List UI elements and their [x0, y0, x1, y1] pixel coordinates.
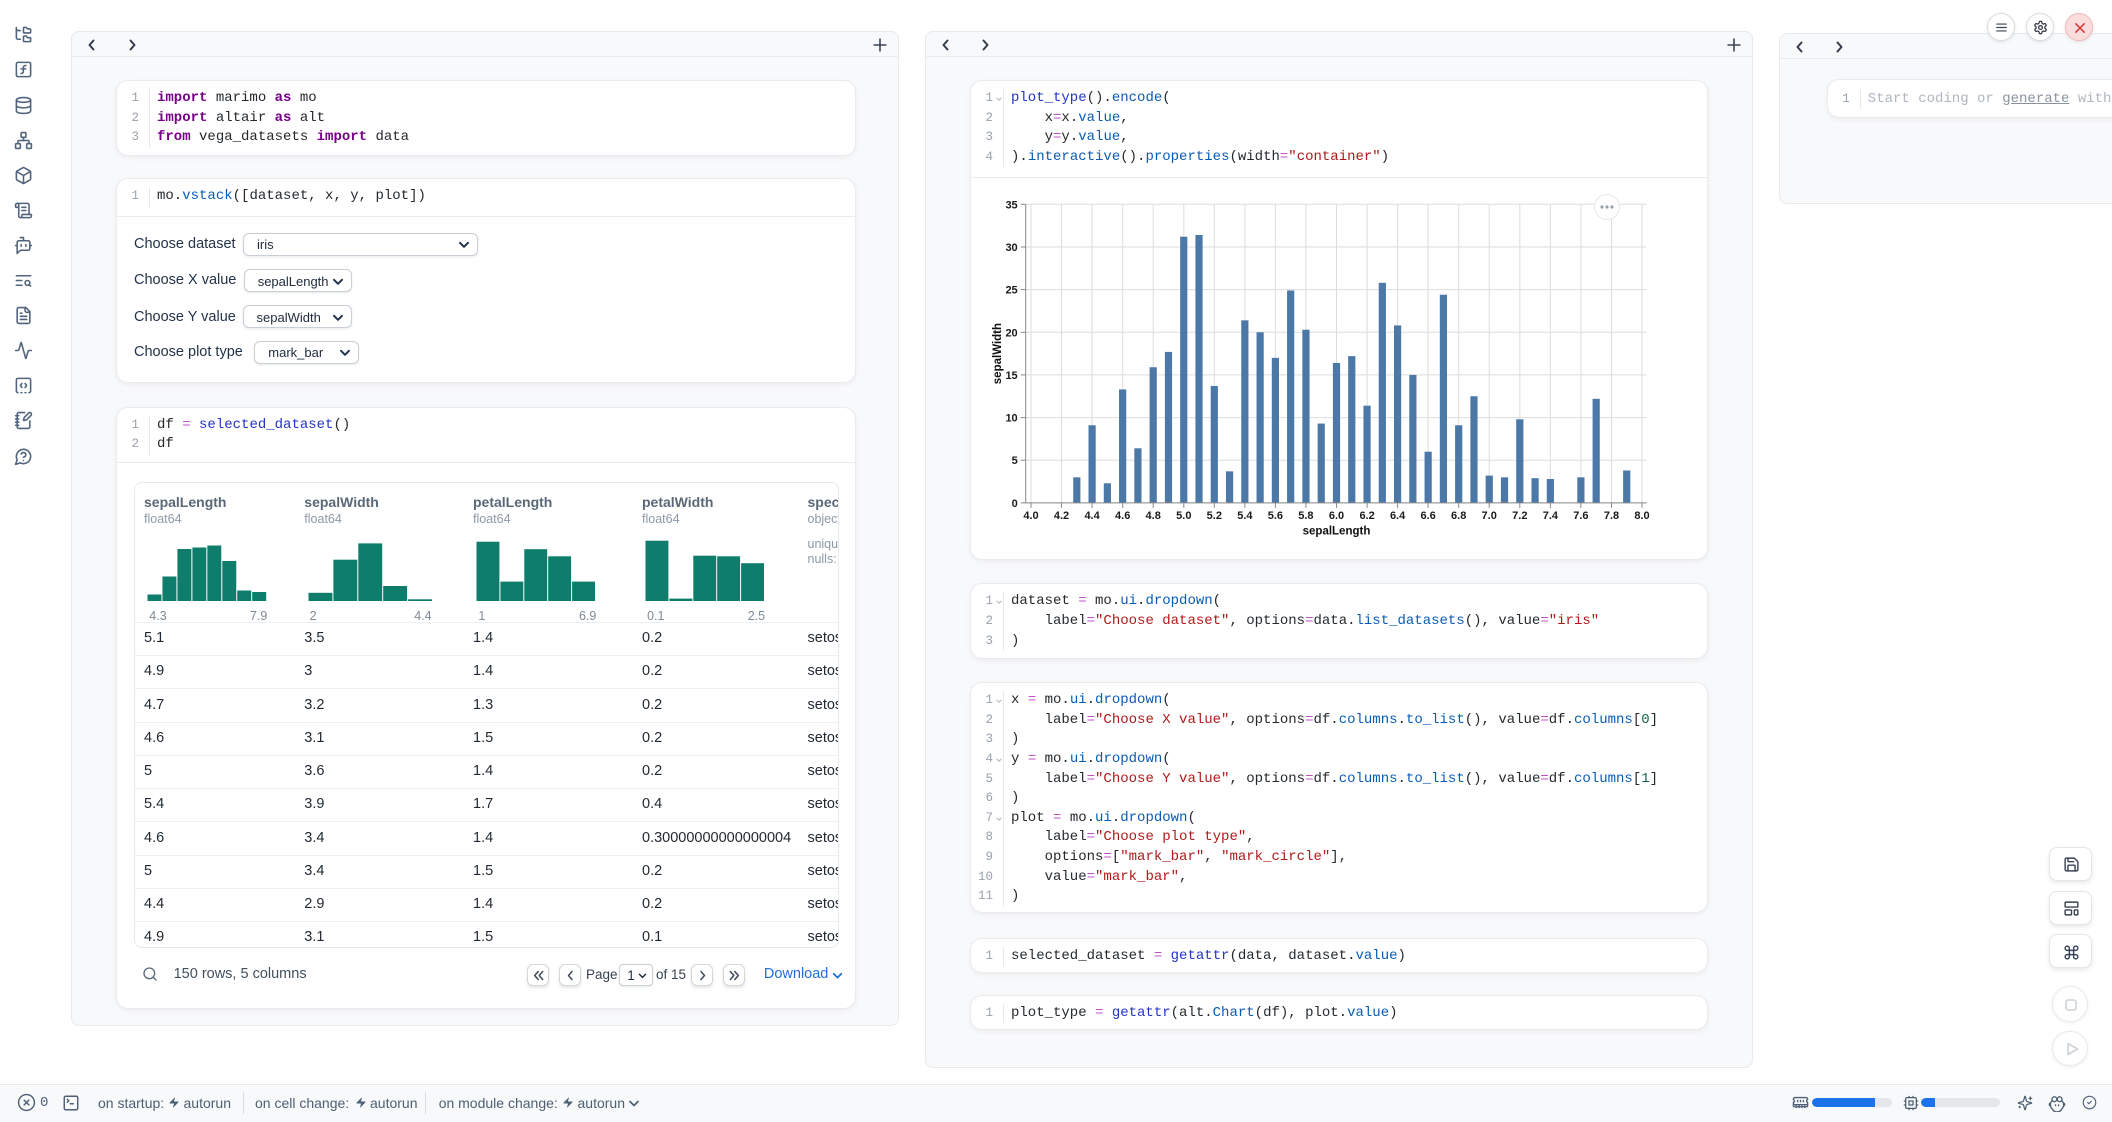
svg-text:6.8: 6.8: [1451, 510, 1466, 522]
svg-text:15: 15: [1005, 370, 1017, 382]
svg-text:4.6: 4.6: [1115, 510, 1130, 522]
svg-text:7.6: 7.6: [1573, 510, 1588, 522]
svg-text:5: 5: [1012, 455, 1018, 467]
svg-text:5.0: 5.0: [1176, 510, 1191, 522]
svg-text:5.2: 5.2: [1207, 510, 1222, 522]
svg-text:4.0: 4.0: [1023, 510, 1038, 522]
svg-text:6.0: 6.0: [1329, 510, 1344, 522]
svg-text:10: 10: [1005, 413, 1017, 425]
svg-text:6.6: 6.6: [1420, 510, 1435, 522]
svg-text:35: 35: [1005, 199, 1017, 211]
svg-text:7.8: 7.8: [1604, 510, 1619, 522]
svg-text:8.0: 8.0: [1634, 510, 1649, 522]
svg-text:4.2: 4.2: [1054, 510, 1069, 522]
svg-text:5.4: 5.4: [1237, 510, 1253, 522]
svg-text:20: 20: [1005, 327, 1017, 339]
svg-text:4.8: 4.8: [1146, 510, 1161, 522]
svg-text:7.0: 7.0: [1482, 510, 1497, 522]
svg-text:sepalLength: sepalLength: [1303, 526, 1371, 538]
svg-text:5.6: 5.6: [1268, 510, 1283, 522]
svg-text:6.2: 6.2: [1359, 510, 1374, 522]
svg-text:5.8: 5.8: [1298, 510, 1313, 522]
svg-text:25: 25: [1005, 285, 1017, 297]
svg-text:7.4: 7.4: [1543, 510, 1559, 522]
svg-text:0: 0: [1012, 498, 1018, 510]
svg-text:6.4: 6.4: [1390, 510, 1406, 522]
svg-text:7.2: 7.2: [1512, 510, 1527, 522]
svg-text:sepalWidth: sepalWidth: [992, 323, 1004, 384]
svg-text:4.4: 4.4: [1084, 510, 1100, 522]
svg-text:30: 30: [1005, 242, 1017, 254]
